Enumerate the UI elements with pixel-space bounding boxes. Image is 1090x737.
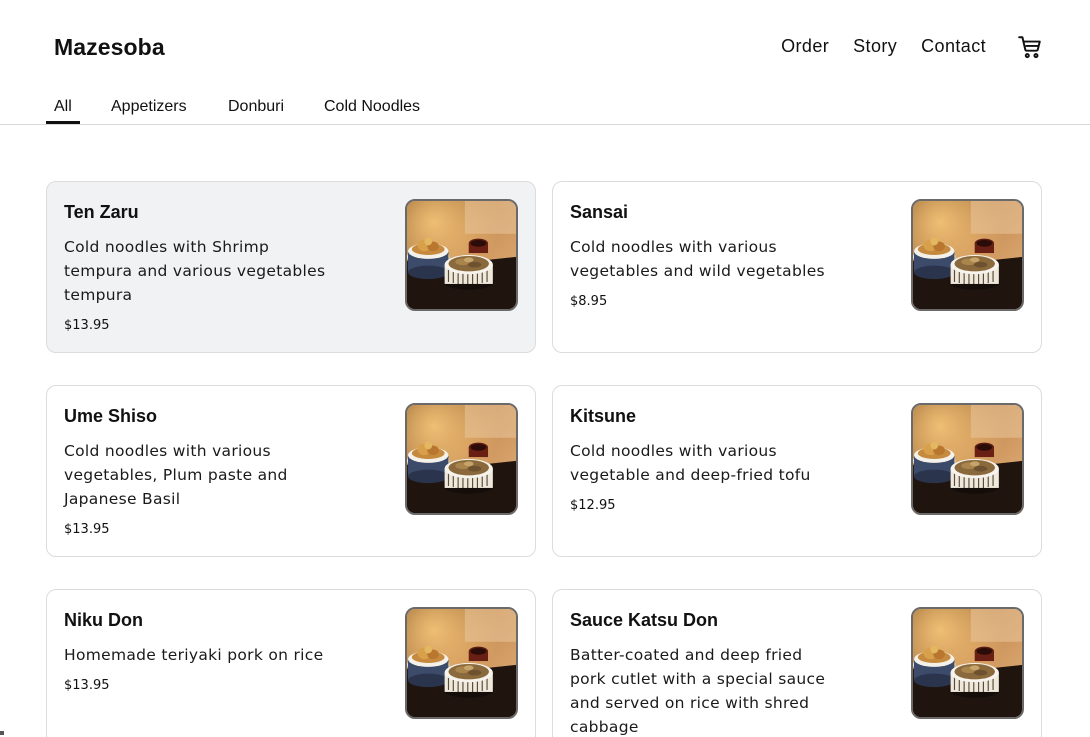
menu-item-photo [911, 607, 1024, 719]
menu-item-description: Homemade teriyaki pork on rice [64, 646, 324, 664]
brand-logo[interactable]: Mazesoba [54, 34, 165, 61]
menu-item-photo [405, 607, 518, 719]
menu-item-card[interactable]: Sansai Cold noodles with various vegetab… [552, 181, 1042, 353]
menu-item-price: $13.95 [64, 678, 110, 693]
menu-item-description: Batter-coated and deep fried pork cutlet… [570, 646, 826, 736]
menu-item-price: $12.95 [570, 498, 616, 513]
menu-item-photo [405, 199, 518, 311]
nav-story-link[interactable]: Story [853, 36, 897, 57]
menu-item-description: Cold noodles with various vegetables and… [570, 238, 825, 280]
menu-item-card[interactable]: Niku Don Homemade teriyaki pork on rice … [46, 589, 536, 737]
menu-item-title: Ume Shiso [64, 406, 158, 426]
menu-item-title: Kitsune [570, 406, 637, 426]
main-nav: Order Story Contact [781, 36, 986, 57]
tab-cold-noodles[interactable]: Cold Noodles [316, 98, 428, 124]
tab-donburi[interactable]: Donburi [220, 98, 292, 124]
nav-contact-link[interactable]: Contact [921, 36, 986, 57]
menu-item-description: Cold noodles with various vegetables, Pl… [64, 442, 288, 508]
menu-item-description: Cold noodles with various vegetable and … [570, 442, 811, 484]
menu-item-price: $13.95 [64, 522, 110, 537]
tab-appetizers[interactable]: Appetizers [103, 98, 195, 124]
menu-item-price: $13.95 [64, 318, 110, 333]
menu-item-card[interactable]: Ten Zaru Cold noodles with Shrimp tempur… [46, 181, 536, 353]
menu-item-price: $8.95 [570, 294, 608, 309]
menu-item-photo [911, 199, 1024, 311]
menu-item-card[interactable]: Ume Shiso Cold noodles with various vege… [46, 385, 536, 557]
menu-item-title: Niku Don [64, 610, 143, 630]
cart-icon[interactable] [1017, 34, 1043, 60]
tab-all[interactable]: All [46, 98, 80, 124]
menu-item-title: Sauce Katsu Don [570, 610, 719, 630]
edge-marker [0, 731, 4, 735]
menu-item-title: Ten Zaru [64, 202, 139, 222]
menu-item-title: Sansai [570, 202, 629, 222]
menu-item-photo [911, 403, 1024, 515]
nav-order-link[interactable]: Order [781, 36, 829, 57]
site-header: Mazesoba Order Story Contact [0, 0, 1090, 92]
category-tabs: All Appetizers Donburi Cold Noodles [0, 92, 1090, 125]
menu-item-card[interactable]: Kitsune Cold noodles with various vegeta… [552, 385, 1042, 557]
menu-item-card[interactable]: Sauce Katsu Don Batter-coated and deep f… [552, 589, 1042, 737]
menu-item-photo [405, 403, 518, 515]
menu-item-description: Cold noodles with Shrimp tempura and var… [64, 238, 326, 304]
